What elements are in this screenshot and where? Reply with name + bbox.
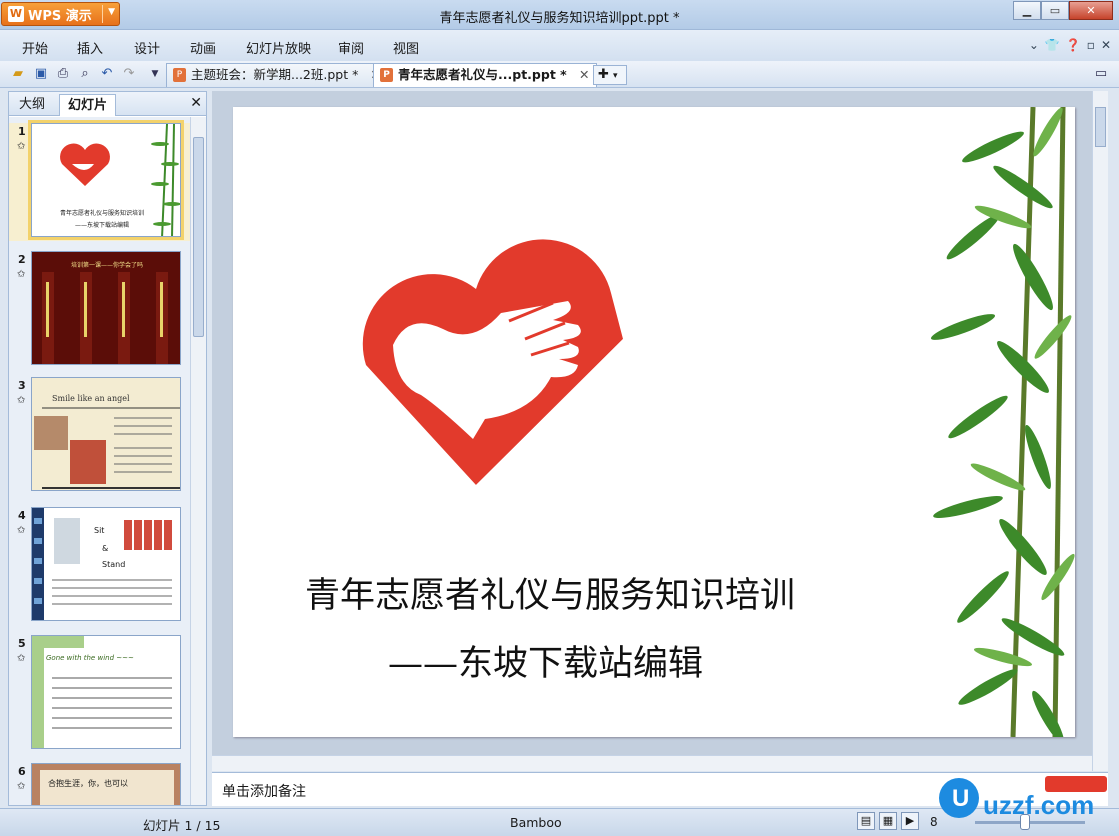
window-title: 青年志愿者礼仪与服务知识培训ppt.ppt * xyxy=(439,11,680,26)
thumb-title: Gone with the wind ~~~ xyxy=(46,654,134,662)
redo-icon[interactable]: ↷ xyxy=(121,66,137,82)
help-icon[interactable]: ❓ xyxy=(1066,38,1081,52)
theme-name: Bamboo xyxy=(510,815,562,830)
tab-label: 青年志愿者礼仪与...pt.ppt * xyxy=(398,67,567,82)
chevron-down-icon[interactable]: ▼ xyxy=(147,66,163,82)
slide-thumbnail-3[interactable]: 3 ✩ Smile like an angel xyxy=(9,377,190,495)
ppt-file-icon: P xyxy=(173,68,186,82)
tab-document-1[interactable]: P 主题班会：新学期...2班.ppt * ✕ xyxy=(166,63,388,87)
slide-thumbnail-6[interactable]: 6 ✩ 合抱生涯，你，也可以 xyxy=(9,763,190,805)
bamboo-decoration xyxy=(930,107,1075,737)
thumb-subtitle: ——东坡下载站编辑 xyxy=(74,222,129,229)
tab-label: 主题班会：新学期...2班.ppt * xyxy=(191,67,359,82)
svg-text:uzzf.com: uzzf.com xyxy=(983,790,1094,820)
svg-text:U: U xyxy=(952,785,969,812)
menu-insert[interactable]: 插入 xyxy=(77,38,103,57)
animation-star-icon: ✩ xyxy=(17,525,26,536)
new-tab-button[interactable]: ✚ ▾ xyxy=(593,65,627,85)
minimize-button[interactable]: ▁ xyxy=(1013,1,1041,20)
thumb-word-sit: Sit xyxy=(94,526,105,535)
menu-view[interactable]: 视图 xyxy=(393,38,419,57)
tab-document-2[interactable]: P 青年志愿者礼仪与...pt.ppt * ✕ xyxy=(373,63,597,87)
thumb-word-and: & xyxy=(102,544,109,553)
thumb-title: 青年志愿者礼仪与服务知识培训 xyxy=(59,210,144,217)
slide-subtitle[interactable]: ——东坡下载站编辑 xyxy=(388,635,703,686)
close-icon[interactable]: ✕ xyxy=(190,95,202,111)
normal-view-icon[interactable]: ▤ xyxy=(857,812,875,830)
slide-horizontal-scrollbar[interactable] xyxy=(212,755,1092,771)
slide-title[interactable]: 青年志愿者礼仪与服务知识培训 xyxy=(305,567,795,618)
uzzf-watermark: U uzzf.com xyxy=(939,776,1107,820)
panel-toggle-icon[interactable]: ▭ xyxy=(1093,66,1109,82)
quick-toolbar: ▰ ▣ ⎙ ⌕ ↶ ↷ ▼ P 主题班会：新学期...2班.ppt * ✕ P … xyxy=(0,61,1119,88)
restore-icon[interactable]: ▫ xyxy=(1087,38,1095,52)
thumb-word-stand: Stand xyxy=(102,560,126,569)
tab-outline[interactable]: 大纲 xyxy=(11,94,53,116)
slideshow-icon[interactable]: ▶ xyxy=(901,812,919,830)
thumb-graphic xyxy=(32,636,172,748)
animation-star-icon: ✩ xyxy=(17,781,26,792)
current-slide[interactable]: 青年志愿者礼仪与服务知识培训 ——东坡下载站编辑 xyxy=(233,107,1075,737)
ppt-file-icon: P xyxy=(380,68,393,82)
panel-scrollbar[interactable] xyxy=(190,117,206,805)
maximize-button[interactable]: ▭ xyxy=(1041,1,1069,20)
tab-slides[interactable]: 幻灯片 xyxy=(59,94,117,116)
menu-bar: 开始 插入 设计 动画 幻灯片放映 审阅 视图 ⌄ 👕 ❓ ▫ ✕ xyxy=(0,30,1119,61)
menu-slideshow[interactable]: 幻灯片放映 xyxy=(246,38,311,57)
title-bar: W WPS 演示 ▼ 青年志愿者礼仪与服务知识培训ppt.ppt * ▁ ▭ ✕ xyxy=(0,0,1119,30)
slide-thumbnail-2[interactable]: 2 ✩ 培训第一课——你学会了吗 xyxy=(9,251,190,369)
slides-panel: 大纲 幻灯片 ✕ 1 ✩ 青年志愿者礼仪与服务知识培训 ——东坡下载站编辑 2 … xyxy=(8,91,207,806)
slide-thumbnail-1[interactable]: 1 ✩ 青年志愿者礼仪与服务知识培训 ——东坡下载站编辑 xyxy=(9,120,190,241)
thumb-title: 合抱生涯，你，也可以 xyxy=(48,779,128,788)
open-folder-icon[interactable]: ▰ xyxy=(10,66,26,82)
animation-star-icon: ✩ xyxy=(17,653,26,664)
undo-icon[interactable]: ↶ xyxy=(99,66,115,82)
close-doc-icon[interactable]: ✕ xyxy=(1101,38,1111,52)
thumbnail-list: 1 ✩ 青年志愿者礼仪与服务知识培训 ——东坡下载站编辑 2 ✩ 培训第一课——… xyxy=(9,117,190,805)
save-icon[interactable]: ▣ xyxy=(33,66,49,82)
thumb-title: Smile like an angel xyxy=(52,394,130,403)
slide-canvas-area: 青年志愿者礼仪与服务知识培训 ——东坡下载站编辑 xyxy=(212,91,1108,771)
animation-star-icon: ✩ xyxy=(17,395,26,406)
close-tab-icon[interactable]: ✕ xyxy=(579,67,589,82)
animation-star-icon: ✩ xyxy=(17,269,26,280)
print-icon[interactable]: ⎙ xyxy=(55,66,71,82)
slide-thumbnail-4[interactable]: 4 ✩ Sit & Stand xyxy=(9,507,190,625)
close-button[interactable]: ✕ xyxy=(1069,1,1113,20)
menu-review[interactable]: 审阅 xyxy=(338,38,364,57)
slide-vertical-scrollbar[interactable] xyxy=(1092,91,1108,771)
menu-design[interactable]: 设计 xyxy=(134,38,160,57)
menu-home[interactable]: 开始 xyxy=(22,38,48,57)
volunteer-heart-logo xyxy=(362,239,641,499)
thumb-title: 培训第一课——你学会了吗 xyxy=(70,262,143,269)
notes-placeholder: 单击添加备注 xyxy=(222,784,306,800)
animation-star-icon: ✩ xyxy=(17,141,26,152)
print-preview-icon[interactable]: ⌕ xyxy=(77,66,93,82)
chevron-down-icon[interactable]: ⌄ xyxy=(1029,38,1039,52)
slide-sorter-icon[interactable]: ▦ xyxy=(879,812,897,830)
slide-indicator: 幻灯片 1 / 15 xyxy=(143,818,221,833)
slide-thumbnail-5[interactable]: 5 ✩ Gone with the wind ~~~ xyxy=(9,635,190,753)
skin-icon[interactable]: 👕 xyxy=(1045,38,1060,52)
menu-animation[interactable]: 动画 xyxy=(190,38,216,57)
